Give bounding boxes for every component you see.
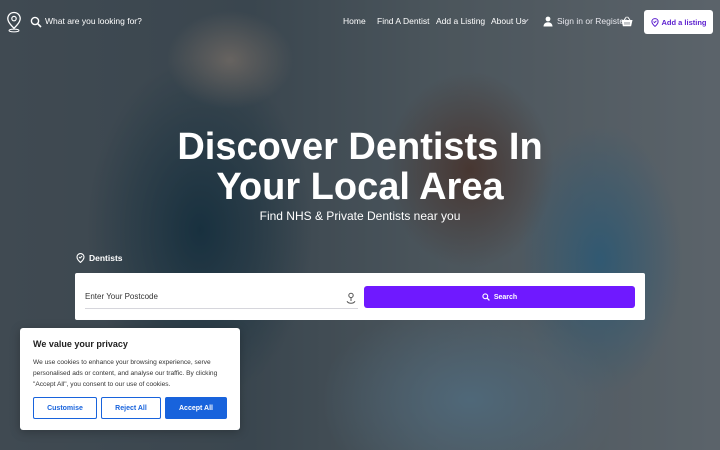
chevron-down-icon (523, 18, 529, 23)
map-pin-logo-icon[interactable] (6, 11, 22, 33)
basket-icon[interactable] (621, 16, 633, 27)
reject-all-button[interactable]: Reject All (101, 397, 161, 419)
user-icon[interactable] (543, 16, 553, 27)
search-icon[interactable] (30, 16, 42, 28)
customise-button[interactable]: Customise (33, 397, 97, 419)
search-panel: Search (75, 273, 645, 320)
add-listing-label: Add a listing (661, 17, 707, 27)
site-header: What are you looking for? Home Find A De… (0, 0, 720, 44)
hero-title-line-2: Your Local Area (216, 166, 504, 208)
hero-title-line-1: Discover Dentists In (177, 126, 543, 168)
location-target-icon[interactable] (346, 292, 356, 304)
nav-home[interactable]: Home (343, 16, 366, 26)
header-search-input[interactable]: What are you looking for? (45, 16, 142, 26)
search-button-label: Search (493, 293, 518, 301)
cookie-consent-banner: We value your privacy We use cookies to … (20, 328, 240, 430)
map-pin-icon (650, 17, 659, 27)
nav-add-a-listing[interactable]: Add a Listing (436, 16, 485, 26)
nav-about-us[interactable]: About Us (491, 16, 526, 26)
hero-title: Discover Dentists In Your Local Area (0, 127, 720, 207)
category-tab-label: Dentists (89, 253, 123, 263)
cookie-text: We use cookies to enhance your browsing … (33, 359, 218, 388)
map-pin-icon (76, 253, 85, 263)
search-icon (482, 293, 490, 301)
sign-in-register-link[interactable]: Sign in or Register (557, 16, 627, 26)
add-listing-button[interactable]: Add a listing (644, 10, 713, 34)
category-tab-dentists[interactable]: Dentists (76, 253, 123, 263)
search-button[interactable]: Search (364, 286, 635, 308)
postcode-input[interactable] (85, 285, 358, 309)
nav-find-a-dentist[interactable]: Find A Dentist (377, 16, 429, 26)
accept-all-button[interactable]: Accept All (165, 397, 227, 419)
cookie-title: We value your privacy (33, 339, 128, 349)
hero-subtitle: Find NHS & Private Dentists near you (259, 209, 461, 223)
